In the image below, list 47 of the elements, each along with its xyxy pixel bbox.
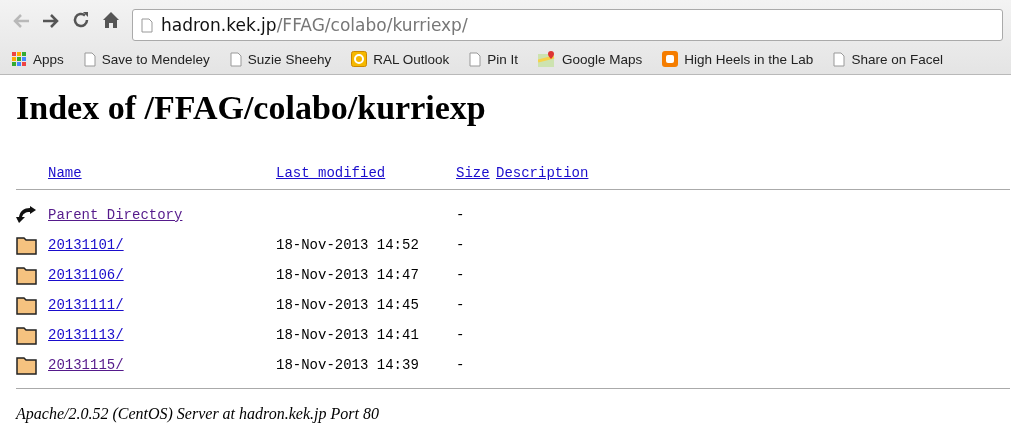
server-signature: Apache/2.0.52 (CentOS) Server at hadron.kek.jp Port 80	[16, 405, 380, 423]
bookmark[interactable]: Share on Facel	[851, 51, 943, 67]
modified-date: 18-Nov-2013 14:52	[276, 237, 419, 253]
modified-date: 18-Nov-2013 14:41	[276, 327, 419, 343]
bookmark[interactable]: Suzie Sheehy	[247, 51, 332, 67]
size-text: -	[456, 267, 465, 283]
page-icon	[141, 17, 153, 33]
bookmark[interactable]: Save to Mendeley	[101, 51, 210, 67]
bookmark[interactable]: Google Maps	[562, 51, 643, 67]
page-title: Index of /FFAG/colabo/kurriexp	[16, 89, 487, 127]
page-icon	[833, 51, 846, 67]
url-path: /FFAG/colabo/kurriexp/	[276, 15, 468, 35]
folder-icon	[16, 355, 38, 375]
modified-date: 18-Nov-2013 14:39	[276, 357, 419, 373]
column-header-link[interactable]: Description	[496, 165, 1010, 181]
folder-icon	[16, 325, 38, 345]
folder-icon	[16, 295, 38, 315]
size-text: -	[456, 237, 465, 253]
bookmark[interactable]: Apps	[33, 51, 64, 67]
directory-link[interactable]: 20131113/	[48, 327, 124, 343]
address-bar[interactable]: hadron.kek.jp/FFAG/colabo/kurriexp/	[132, 9, 1003, 41]
column-header-link[interactable]: Last modified	[276, 165, 456, 181]
modified-date: 18-Nov-2013 14:45	[276, 297, 419, 313]
size-text: -	[456, 297, 465, 313]
grid-icon	[12, 51, 27, 67]
page-icon	[229, 51, 242, 67]
directory-link[interactable]: 20131106/	[48, 267, 124, 283]
folder-icon	[16, 265, 38, 285]
bookmark[interactable]: High Heels in the Lab	[684, 51, 814, 67]
page-icon	[83, 51, 96, 67]
page-icon	[469, 51, 482, 67]
size-text: -	[456, 207, 465, 223]
bookmark[interactable]: Pin It	[487, 51, 518, 67]
column-header-link[interactable]: Size	[456, 165, 496, 181]
url-host: hadron.kek.jp	[161, 15, 277, 35]
directory-link[interactable]: 20131101/	[48, 237, 124, 253]
directory-link[interactable]: 20131111/	[48, 297, 124, 313]
directory-link[interactable]: 20131115/	[48, 357, 124, 373]
folder-icon	[16, 235, 38, 255]
size-text: -	[456, 327, 465, 343]
column-header-link[interactable]: Name	[48, 165, 276, 181]
map-icon	[538, 51, 556, 67]
directory-link[interactable]: Parent Directory	[48, 207, 183, 223]
size-text: -	[456, 357, 465, 373]
modified-date: 18-Nov-2013 14:47	[276, 267, 419, 283]
back-arrow-icon	[16, 205, 38, 225]
bookmark[interactable]: RAL Outlook	[373, 51, 450, 67]
